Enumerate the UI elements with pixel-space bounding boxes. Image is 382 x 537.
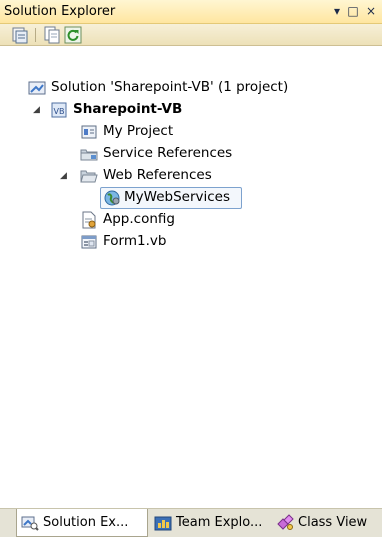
- app-config-label: App.config: [103, 211, 175, 227]
- my-project-label: My Project: [103, 123, 174, 139]
- tree-node-mywebservices[interactable]: MyWebServices: [0, 187, 382, 209]
- refresh-icon[interactable]: [64, 26, 82, 44]
- toolbar: [0, 24, 382, 46]
- tree-node-service-references[interactable]: Service References: [0, 143, 382, 165]
- project-label: Sharepoint-VB: [73, 101, 183, 117]
- collapse-arrow-icon[interactable]: ◢: [60, 171, 70, 181]
- title-bar[interactable]: Solution Explorer ▾ □ ×: [0, 0, 382, 24]
- tab-class-view-label: Class View: [298, 515, 368, 530]
- tab-team-explorer-label: Team Explo...: [176, 515, 263, 530]
- tree-node-solution[interactable]: Solution 'Sharepoint-VB' (1 project): [0, 77, 382, 99]
- tree-node-web-references[interactable]: ◢ Web References: [0, 165, 382, 187]
- tab-solution-explorer-label: Solution Ex...: [43, 515, 129, 530]
- svg-text:VB: VB: [54, 107, 65, 116]
- tab-solution-explorer[interactable]: Solution Ex...: [16, 509, 148, 537]
- show-all-files-icon[interactable]: [43, 26, 61, 44]
- toolbar-separator: [35, 28, 36, 42]
- window-title: Solution Explorer: [4, 4, 116, 19]
- properties-icon[interactable]: [11, 26, 29, 44]
- tab-team-explorer[interactable]: Team Explo...: [150, 509, 270, 537]
- collapse-arrow-icon[interactable]: ◢: [33, 105, 43, 115]
- tree-node-my-project[interactable]: My Project: [0, 121, 382, 143]
- tree-node-project[interactable]: ◢ VB Sharepoint-VB: [0, 99, 382, 121]
- team-explorer-icon: [154, 514, 172, 532]
- service-references-label: Service References: [103, 145, 233, 161]
- service-references-folder-icon: [80, 145, 98, 163]
- maximize-icon[interactable]: □: [346, 3, 360, 19]
- vb-project-icon: VB: [50, 101, 68, 119]
- web-references-label: Web References: [103, 167, 212, 183]
- form1-label: Form1.vb: [103, 233, 167, 249]
- mywebservices-label: MyWebServices: [124, 189, 230, 205]
- solution-explorer-icon: [21, 514, 39, 532]
- tab-class-view[interactable]: Class View: [272, 509, 382, 537]
- my-project-icon: [80, 123, 98, 141]
- tree-node-form1[interactable]: Form1.vb: [0, 231, 382, 253]
- form-file-icon: [80, 233, 98, 251]
- close-icon[interactable]: ×: [364, 3, 378, 19]
- solution-explorer-window: Solution Explorer ▾ □ × Solution 'Sharep…: [0, 0, 382, 537]
- config-file-icon: [80, 211, 98, 229]
- solution-label: Solution 'Sharepoint-VB' (1 project): [51, 79, 289, 95]
- web-references-folder-icon: [80, 167, 98, 185]
- solution-tree: Solution 'Sharepoint-VB' (1 project) ◢ V…: [0, 47, 382, 507]
- tree-node-app-config[interactable]: App.config: [0, 209, 382, 231]
- pin-dropdown-icon[interactable]: ▾: [330, 3, 344, 19]
- web-service-globe-icon: [103, 189, 121, 207]
- solution-icon: [28, 79, 46, 97]
- tab-strip: Solution Ex... Team Explo... Class View: [0, 508, 382, 537]
- class-view-icon: [276, 514, 294, 532]
